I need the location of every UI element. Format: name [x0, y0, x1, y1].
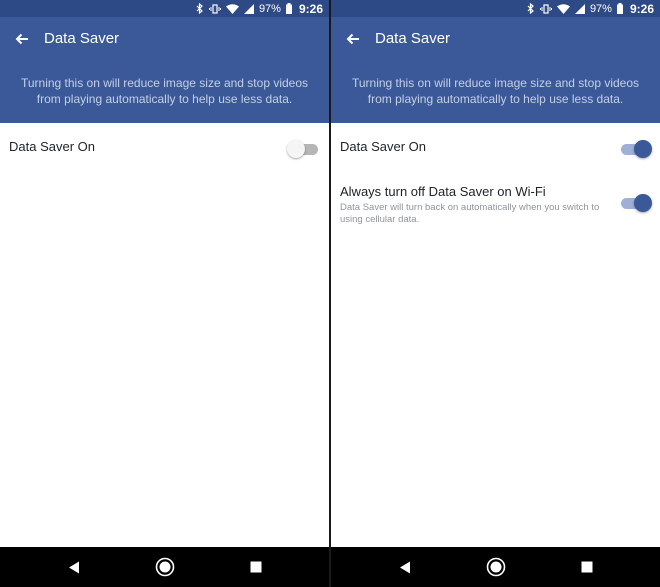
- info-banner: Turning this on will reduce image size a…: [331, 60, 660, 123]
- nav-back-button[interactable]: [62, 555, 86, 579]
- toggle-knob: [287, 140, 305, 158]
- battery-percentage: 97%: [258, 2, 281, 15]
- screen-data-saver-on: 97% 9:26 Data Saver Turning this on will…: [331, 0, 660, 587]
- system-nav-bar: [0, 547, 329, 587]
- settings-list: Data Saver On: [0, 123, 329, 547]
- vibrate-icon: [208, 3, 221, 14]
- screen-data-saver-off: 97% 9:26 Data Saver Turning this on will…: [0, 0, 329, 587]
- battery-percentage: 97%: [589, 2, 612, 15]
- vibrate-icon: [539, 3, 552, 14]
- page-title: Data Saver: [44, 30, 120, 47]
- status-bar: 97% 9:26: [0, 0, 329, 17]
- battery-icon: [616, 3, 623, 14]
- setting-row-wifi-off[interactable]: Always turn off Data Saver on Wi-Fi Data…: [340, 184, 652, 226]
- wifi-icon: [225, 3, 239, 14]
- data-saver-toggle[interactable]: [287, 140, 321, 158]
- back-triangle-icon: [399, 561, 410, 573]
- banner-text: Turning this on will reduce image size a…: [20, 76, 309, 106]
- system-nav-bar: [331, 547, 660, 587]
- setting-label: Always turn off Data Saver on Wi-Fi: [340, 184, 546, 199]
- clock: 9:26: [629, 1, 654, 16]
- setting-row-data-saver[interactable]: Data Saver On: [9, 139, 321, 158]
- battery-icon: [285, 3, 292, 14]
- wifi-icon: [556, 3, 570, 14]
- page-title: Data Saver: [375, 30, 451, 47]
- setting-description: Data Saver will turn back on automatical…: [340, 202, 600, 225]
- back-arrow-icon: [15, 33, 28, 44]
- banner-text: Turning this on will reduce image size a…: [351, 76, 640, 106]
- back-triangle-icon: [68, 561, 79, 573]
- nav-home-button[interactable]: [153, 555, 177, 579]
- recents-square-icon: [250, 561, 261, 573]
- nav-back-button[interactable]: [393, 555, 417, 579]
- clock: 9:26: [298, 1, 323, 16]
- signal-icon: [574, 3, 585, 14]
- app-bar: Data Saver: [0, 17, 329, 60]
- nav-recents-button[interactable]: [244, 555, 268, 579]
- bluetooth-icon: [196, 3, 204, 14]
- signal-icon: [243, 3, 254, 14]
- back-arrow-icon: [346, 33, 359, 44]
- toggle-knob: [634, 194, 652, 212]
- recents-square-icon: [581, 561, 592, 573]
- app-bar: Data Saver: [331, 17, 660, 60]
- nav-recents-button[interactable]: [575, 555, 599, 579]
- home-circle-icon: [486, 557, 505, 577]
- data-saver-toggle[interactable]: [618, 140, 652, 158]
- toggle-knob: [634, 140, 652, 158]
- bluetooth-icon: [527, 3, 535, 14]
- nav-home-button[interactable]: [484, 555, 508, 579]
- setting-label: Data Saver On: [340, 139, 426, 154]
- settings-list: Data Saver On Always turn off Data Saver…: [331, 123, 660, 547]
- info-banner: Turning this on will reduce image size a…: [0, 60, 329, 123]
- back-button[interactable]: [0, 17, 44, 60]
- setting-row-data-saver[interactable]: Data Saver On: [340, 139, 652, 158]
- wifi-off-toggle[interactable]: [618, 194, 652, 212]
- status-bar: 97% 9:26: [331, 0, 660, 17]
- setting-label: Data Saver On: [9, 139, 95, 154]
- back-button[interactable]: [331, 17, 375, 60]
- home-circle-icon: [155, 557, 174, 577]
